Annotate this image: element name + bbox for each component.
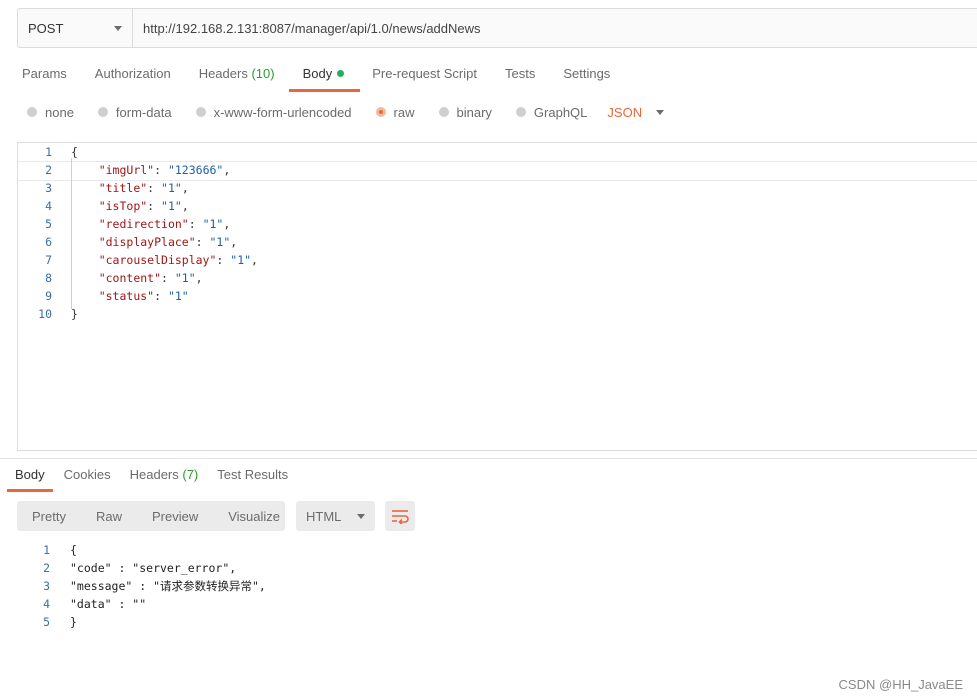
- request-url-bar: POST http://192.168.2.131:8087/manager/a…: [17, 8, 977, 48]
- tab-authorization[interactable]: Authorization: [95, 64, 171, 92]
- chevron-down-icon: [114, 25, 122, 31]
- radio-selected-icon: [375, 107, 386, 117]
- response-tab-cookies[interactable]: Cookies: [64, 466, 111, 491]
- watermark: CSDN @HH_JavaEE: [838, 677, 963, 692]
- view-raw[interactable]: Raw: [81, 509, 137, 524]
- radio-binary[interactable]: binary: [438, 105, 492, 120]
- response-tab-test-results[interactable]: Test Results: [217, 466, 288, 491]
- radio-none[interactable]: none: [27, 105, 74, 120]
- radio-graphql[interactable]: GraphQL: [515, 105, 587, 120]
- pane-divider[interactable]: [0, 458, 977, 459]
- wrap-lines-button[interactable]: [385, 501, 415, 531]
- view-visualize[interactable]: Visualize: [213, 509, 295, 524]
- radio-circle-icon: [438, 107, 449, 117]
- format-select[interactable]: JSON: [607, 105, 665, 120]
- response-tabs: Body Cookies Headers (7) Test Results: [7, 466, 307, 492]
- body-active-dot-icon: [337, 70, 345, 77]
- radio-x-www-form-urlencoded[interactable]: x-www-form-urlencoded: [195, 105, 352, 120]
- tab-params[interactable]: Params: [22, 64, 67, 92]
- tab-body[interactable]: Body: [288, 64, 360, 92]
- tab-tests[interactable]: Tests: [505, 64, 535, 92]
- wrap-lines-icon: [392, 510, 409, 524]
- radio-circle-icon: [515, 107, 526, 117]
- response-headers-count: (7): [182, 467, 199, 482]
- tab-pre-request-script[interactable]: Pre-request Script: [372, 64, 477, 92]
- request-tabs: Params Authorization Headers (10) Body P…: [22, 64, 638, 92]
- view-preview[interactable]: Preview: [137, 509, 213, 524]
- view-pretty[interactable]: Pretty: [17, 509, 81, 524]
- request-body-editor[interactable]: 1{ 2 "imgUrl": "123666", 3 "title": "1",…: [17, 142, 977, 451]
- body-type-options: none form-data x-www-form-urlencoded raw…: [27, 101, 665, 123]
- tab-settings[interactable]: Settings: [563, 64, 610, 92]
- response-body: 1{ 2 "code" : "server_error", 3 "message" …: [43, 543, 266, 629]
- response-tab-headers[interactable]: Headers (7): [130, 466, 199, 491]
- radio-raw[interactable]: raw: [375, 105, 415, 120]
- radio-circle-icon: [27, 107, 37, 117]
- url-input[interactable]: http://192.168.2.131:8087/manager/api/1.…: [133, 9, 481, 47]
- indent-guide: [71, 158, 72, 309]
- response-tab-body[interactable]: Body: [7, 466, 53, 492]
- view-mode-group: Pretty Raw Preview Visualize: [17, 501, 285, 531]
- headers-count: (10): [251, 66, 275, 81]
- radio-form-data[interactable]: form-data: [97, 105, 172, 120]
- response-view-bar: Pretty Raw Preview Visualize HTML: [17, 501, 415, 531]
- response-format-select[interactable]: HTML: [296, 501, 375, 531]
- radio-circle-icon: [195, 107, 206, 117]
- chevron-down-icon: [656, 109, 665, 115]
- tab-headers[interactable]: Headers (10): [199, 64, 275, 92]
- radio-circle-icon: [97, 107, 108, 117]
- chevron-down-icon: [357, 513, 365, 519]
- request-code: 1{ 2 "imgUrl": "123666", 3 "title": "1",…: [38, 145, 258, 321]
- method-select[interactable]: POST: [18, 9, 133, 47]
- method-label: POST: [28, 20, 64, 36]
